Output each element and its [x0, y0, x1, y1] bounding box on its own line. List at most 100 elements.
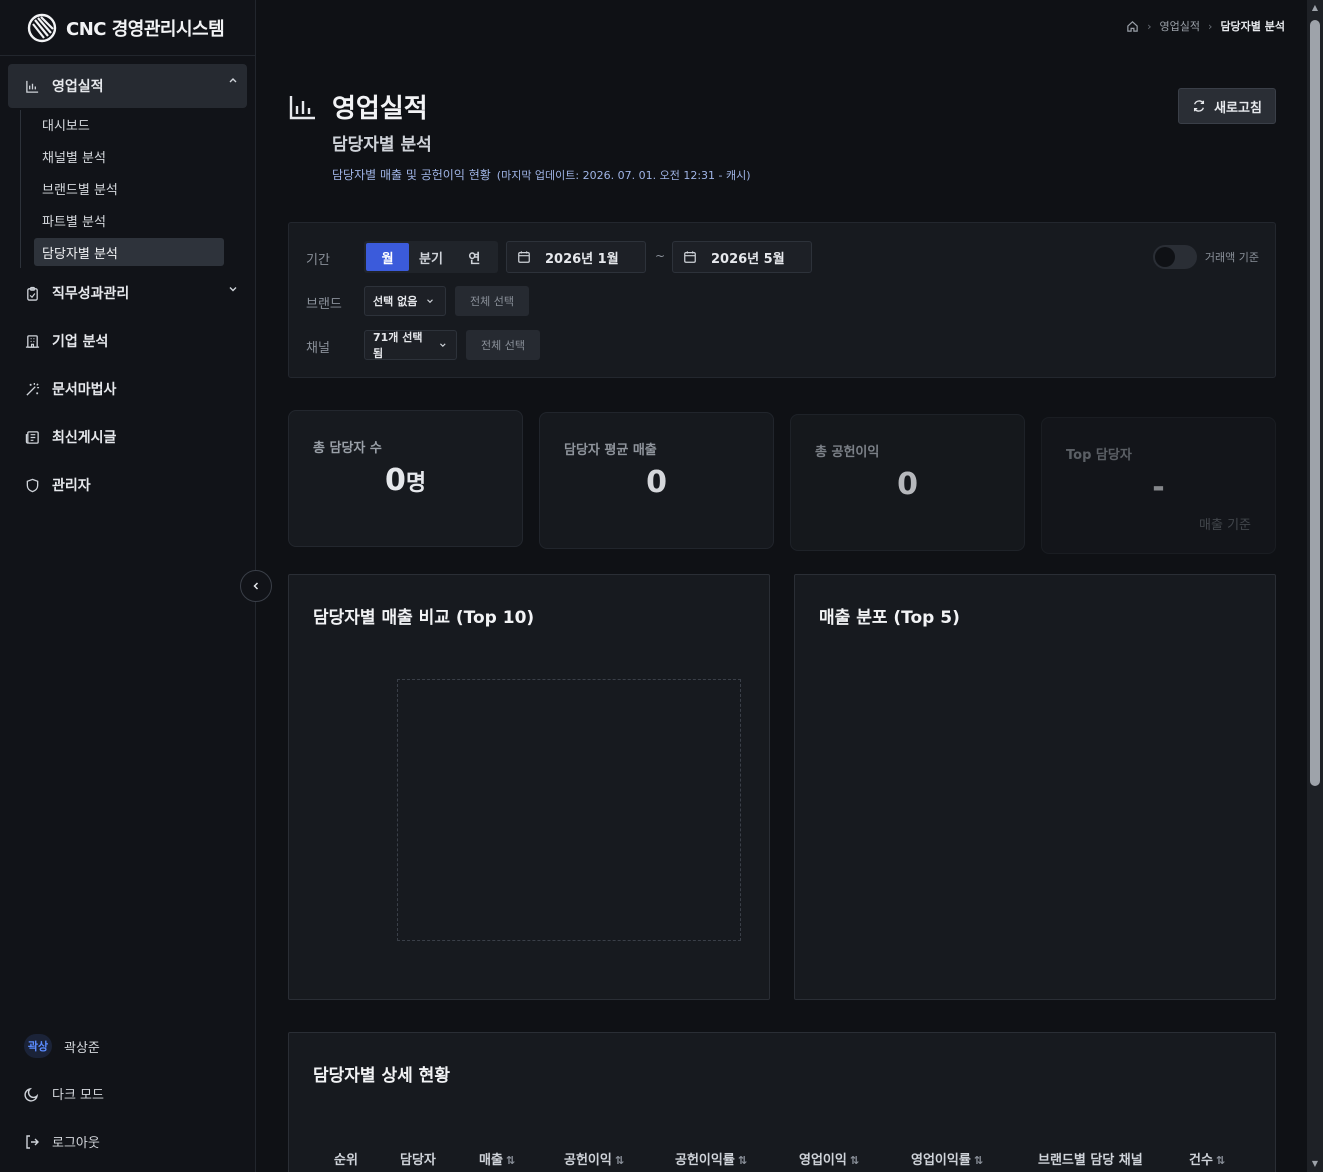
kpi-value-unit: 명 [405, 471, 427, 496]
column-header-brand-channel: 브랜드별 담당 채널 [1038, 1153, 1143, 1168]
nav-item-admin-label: 관리자 [52, 478, 91, 494]
last-updated: (마지막 업데이트: 2026. 07. 01. 오전 12:31 - 캐시) [496, 169, 751, 182]
sort-icon: ⇅ [614, 1154, 625, 1167]
scroll-up-icon[interactable]: ▲ [1310, 3, 1320, 13]
kpi-sub: 매출 기준 [1199, 518, 1251, 533]
channel-select-all-button[interactable]: 전체 선택 [466, 330, 540, 360]
page-description: 담당자별 매출 및 공헌이익 현황 (마지막 업데이트: 2026. 07. 01… [332, 166, 751, 183]
sort-icon: ⇅ [505, 1154, 516, 1167]
brand-logo-icon [27, 13, 57, 43]
breadcrumb-item-sales[interactable]: 영업실적 [1160, 18, 1200, 34]
channel-select-value: 71개 선택됨 [373, 331, 423, 360]
nav-item-posts-label: 최신게시글 [52, 430, 117, 446]
brand-divider [0, 55, 256, 56]
home-icon[interactable] [1126, 20, 1139, 33]
kpi-label: 담당자 평균 매출 [564, 443, 657, 458]
channel-label: 채널 [306, 341, 330, 356]
column-header-count[interactable]: 건수 ⇅ [1189, 1149, 1225, 1168]
refresh-icon [1194, 100, 1205, 112]
nav-item-docwizard-label: 문서마법사 [52, 382, 117, 398]
breadcrumb-separator-icon: › [1208, 19, 1213, 33]
page-scrollbar[interactable]: ▲ ▼ [1307, 0, 1323, 1172]
building-icon [24, 333, 40, 349]
column-header-operating-profit[interactable]: 영업이익 ⇅ [799, 1149, 859, 1168]
page-title: 영업실적 [332, 94, 428, 124]
column-header-contribution[interactable]: 공헌이익 ⇅ [564, 1149, 624, 1168]
chevron-left-icon [253, 582, 259, 590]
nav-item-performance[interactable]: 직무성과관리 [8, 273, 247, 313]
chevron-up-icon[interactable] [227, 74, 239, 86]
sales-distribution-title: 매출 분포 (Top 5) [819, 608, 960, 628]
dark-mode-label: 다크 모드 [52, 1088, 104, 1103]
breadcrumb-item-current: 담당자별 분석 [1220, 20, 1285, 33]
kpi-value: 0 [646, 465, 667, 500]
period-toggle: 월 분기 연 [364, 241, 498, 273]
breadcrumb: › 영업실적 › 담당자별 분석 [1126, 18, 1285, 34]
kpi-value: 0 [897, 467, 918, 502]
dark-mode-button[interactable]: 다크 모드 [24, 1084, 104, 1103]
brand-select-value: 선택 없음 [373, 295, 418, 308]
nav-group-sales[interactable]: 영업실적 [8, 64, 247, 108]
start-date-value: 2026년 1월 [545, 251, 619, 267]
subnav-item-part[interactable]: 파트별 분석 [34, 206, 224, 234]
chart-empty-area [397, 679, 741, 941]
brand-select-all-button[interactable]: 전체 선택 [455, 286, 529, 316]
subnav-item-channel[interactable]: 채널별 분석 [34, 142, 224, 170]
start-date-picker[interactable]: 2026년 1월 [506, 241, 646, 273]
column-header-manager: 담당자 [400, 1153, 436, 1168]
channel-select[interactable]: 71개 선택됨 [364, 330, 457, 360]
transaction-basis-toggle[interactable] [1152, 245, 1197, 269]
nav-item-posts[interactable]: 최신게시글 [8, 417, 247, 457]
brand[interactable]: CNC 경영관리시스템 [26, 12, 225, 44]
refresh-label: 새로고침 [1214, 100, 1262, 116]
sort-icon: ⇅ [737, 1154, 748, 1167]
kpi-value-number: 0 [384, 463, 406, 498]
end-date-value: 2026년 5월 [711, 251, 785, 267]
chevron-down-icon [427, 299, 434, 304]
scrollbar-thumb[interactable] [1310, 20, 1320, 786]
nav-item-docwizard[interactable]: 문서마법사 [8, 369, 247, 409]
end-date-picker[interactable]: 2026년 5월 [672, 241, 812, 273]
moon-icon [24, 1087, 39, 1102]
chevron-down-icon [440, 343, 446, 347]
period-tab-year[interactable]: 연 [453, 243, 496, 271]
shield-icon [24, 477, 40, 493]
subnav-item-dashboard[interactable]: 대시보드 [34, 110, 224, 138]
logout-button[interactable]: 로그아웃 [24, 1132, 100, 1151]
sidebar-collapse-button[interactable] [240, 570, 272, 602]
subnav-item-manager[interactable]: 담당자별 분석 [34, 238, 224, 266]
nav-item-company[interactable]: 기업 분석 [8, 321, 247, 361]
kpi-value: - [1152, 470, 1165, 505]
kpi-total-managers: 총 담당자 수 0명 [288, 410, 523, 547]
period-tab-month[interactable]: 월 [366, 243, 410, 271]
breadcrumb-separator-icon: › [1147, 19, 1152, 33]
chevron-down-icon[interactable] [227, 283, 239, 295]
sales-comparison-title: 담당자별 매출 비교 (Top 10) [313, 608, 535, 628]
column-header-contribution-rate[interactable]: 공헌이익률 ⇅ [675, 1149, 747, 1168]
filter-panel: 기간 월 분기 연 2026년 1월 ~ 2026년 5월 거래액 기준 브랜드 [288, 222, 1276, 378]
refresh-button[interactable]: 새로고침 [1178, 88, 1276, 124]
subnav-item-brand[interactable]: 브랜드별 분석 [34, 174, 224, 202]
sort-icon: ⇅ [1215, 1154, 1226, 1167]
table-header-row: 순위 담당자 매출 ⇅ 공헌이익 ⇅ 공헌이익률 ⇅ 영업이익 ⇅ 영업이익률 ⇅ 브랜드… [289, 1149, 1275, 1172]
brand-select[interactable]: 선택 없음 [364, 286, 446, 316]
user-name: 곽상준 [64, 1040, 100, 1056]
avatar: 곽상 [24, 1034, 52, 1058]
kpi-label: 총 담당자 수 [313, 441, 382, 456]
column-header-sales[interactable]: 매출 ⇅ [479, 1149, 515, 1168]
transaction-basis-label: 거래액 기준 [1204, 251, 1259, 264]
logout-icon [26, 1134, 39, 1149]
brand-label: 브랜드 [306, 297, 342, 312]
nav-item-company-label: 기업 분석 [52, 334, 109, 350]
sidebar: CNC 경영관리시스템 영업실적 대시보드 채널별 분석 브랜드별 분석 파트별… [0, 0, 256, 1172]
main-content: › 영업실적 › 담당자별 분석 영업실적 담당자별 분석 담당자별 매출 및 … [256, 0, 1307, 1172]
nav-item-performance-label: 직무성과관리 [52, 286, 130, 302]
kpi-avg-sales: 담당자 평균 매출 0 [539, 412, 774, 549]
newspaper-icon [24, 429, 40, 445]
column-header-operating-margin[interactable]: 영업이익률 ⇅ [911, 1149, 983, 1168]
scroll-down-icon[interactable]: ▼ [1310, 1159, 1320, 1169]
nav-item-admin[interactable]: 관리자 [8, 465, 247, 505]
user-profile[interactable]: 곽상 곽상준 [24, 1034, 100, 1058]
kpi-total-contribution: 총 공헌이익 0 [790, 414, 1025, 551]
period-tab-quarter[interactable]: 분기 [409, 243, 452, 271]
